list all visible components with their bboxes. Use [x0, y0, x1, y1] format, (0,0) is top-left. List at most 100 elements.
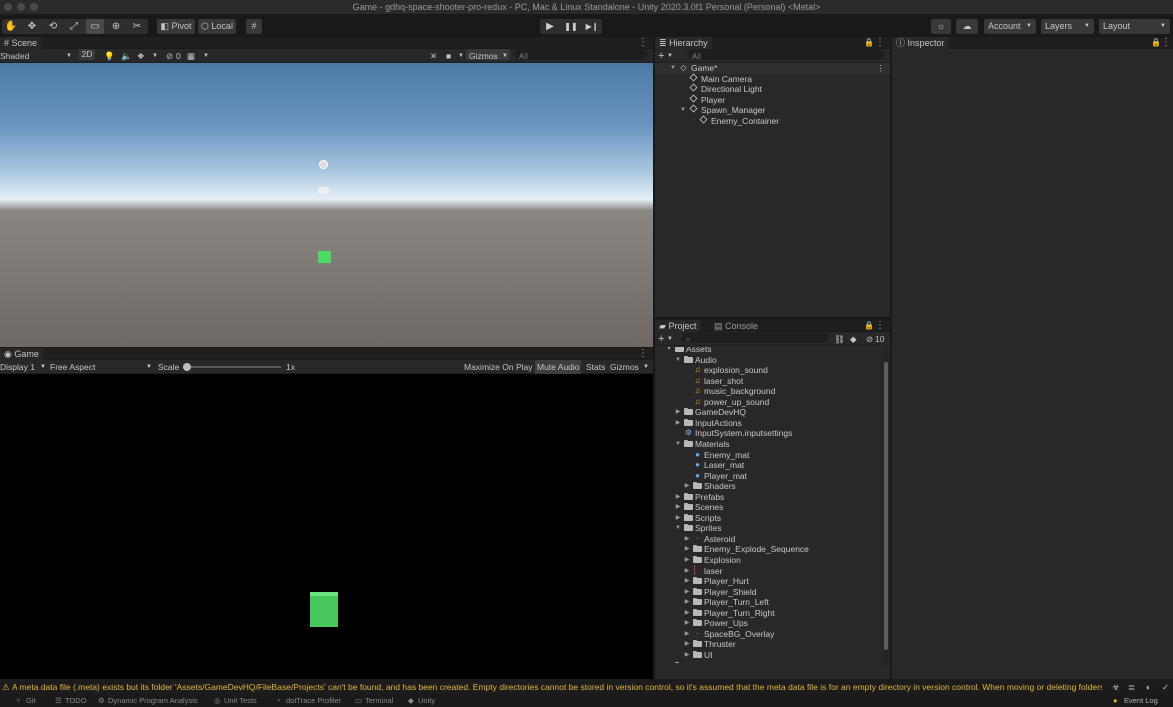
collapse-arrow-icon[interactable]: ▶ — [683, 597, 691, 608]
rect-tool-icon[interactable]: ▭ — [86, 19, 104, 34]
pause-button[interactable]: ❚❚ — [562, 19, 580, 34]
collapse-arrow-icon[interactable]: ▶ — [683, 650, 691, 661]
project-item[interactable]: ▶ · SpaceBG_Overlay — [655, 629, 890, 640]
search-by-label-icon[interactable]: ◆ — [850, 332, 857, 346]
collapse-arrow-icon[interactable]: ▶ — [665, 661, 673, 664]
game-gizmos-dropdown[interactable]: Gizmos — [610, 360, 639, 374]
bottom-tab[interactable]: dotTrace Profiler — [286, 694, 341, 707]
transform-tool-icon[interactable]: ⊕ — [107, 19, 125, 34]
expand-arrow-icon[interactable]: ▼ — [674, 523, 682, 534]
project-item[interactable]: ▶ Player_Turn_Right — [655, 608, 890, 619]
project-search-input[interactable]: ⌕ — [681, 332, 829, 344]
project-item[interactable]: ▶ Packages — [655, 661, 890, 664]
add-icon[interactable]: + — [658, 332, 664, 346]
collapse-arrow-icon[interactable]: ▶ — [674, 502, 682, 513]
project-scrollbar[interactable] — [883, 350, 889, 665]
bottom-tab[interactable]: Dynamic Program Analysis — [108, 694, 198, 707]
grid-snap-button[interactable]: # — [246, 19, 262, 34]
stats-toggle[interactable]: Stats — [586, 360, 605, 374]
kebab-menu-icon[interactable]: ⋮ — [877, 63, 886, 74]
collapse-arrow-icon[interactable]: ▶ — [674, 418, 682, 429]
project-item[interactable]: ● Laser_mat — [655, 460, 890, 471]
maximize-on-play-toggle[interactable]: Maximize On Play — [464, 360, 533, 374]
project-item[interactable]: ▶ UI — [655, 650, 890, 661]
kebab-menu-icon[interactable]: ⋮ — [638, 37, 648, 49]
kebab-menu-icon[interactable]: ⋮ — [1161, 37, 1171, 49]
collapse-arrow-icon[interactable]: ▶ — [683, 587, 691, 598]
tab-project[interactable]: ▰ Project — [655, 320, 701, 332]
scale-tool-icon[interactable]: ⤢ — [65, 19, 83, 34]
2d-toggle[interactable]: 2D — [79, 49, 95, 60]
custom-tool-icon[interactable]: ✂ — [128, 19, 146, 34]
project-item[interactable]: ▶ Scenes — [655, 502, 890, 513]
camera-gizmo-icon[interactable] — [318, 187, 329, 194]
tab-game[interactable]: ◉ Game — [0, 348, 43, 360]
expand-arrow-icon[interactable]: ▼ — [665, 347, 673, 355]
mute-audio-toggle[interactable]: Mute Audio — [537, 360, 580, 374]
project-item[interactable]: ▼ Audio — [655, 355, 890, 366]
progress-icon[interactable]: ◐ — [1146, 680, 1151, 694]
expand-arrow-icon[interactable]: ▼ — [674, 355, 682, 366]
collapse-arrow-icon[interactable]: ▶ — [674, 513, 682, 524]
project-item[interactable]: ▶ Explosion — [655, 555, 890, 566]
tab-console[interactable]: ▤ Console — [710, 320, 763, 332]
project-item[interactable]: ▶ Player_Turn_Left — [655, 597, 890, 608]
collapse-arrow-icon[interactable]: ▶ — [683, 639, 691, 650]
minimize-window-button[interactable] — [17, 3, 25, 11]
camera-icon[interactable]: ■ — [446, 49, 451, 63]
local-toggle[interactable]: ⬡ Local — [198, 19, 236, 34]
hierarchy-item[interactable]: Directional Light — [655, 83, 890, 95]
hand-tool-icon[interactable]: ✋ — [2, 19, 20, 34]
account-dropdown[interactable]: Account ▼ — [984, 19, 1036, 34]
project-item[interactable]: ▼ Sprites — [655, 523, 890, 534]
cloud-button[interactable]: ☁ — [956, 19, 978, 34]
hierarchy-item[interactable]: Enemy_Container — [655, 115, 890, 127]
project-item[interactable]: ▶ Thruster — [655, 639, 890, 650]
audio-toggle-icon[interactable]: 🔈 — [121, 49, 132, 63]
hierarchy-item[interactable]: Player — [655, 94, 890, 106]
hierarchy-item[interactable]: ▼ ◇ Game* ⋮ — [655, 63, 890, 74]
project-item[interactable]: ▼ Materials — [655, 439, 890, 450]
scale-slider-thumb[interactable] — [183, 363, 191, 371]
pivot-toggle[interactable]: ◧ Pivot — [157, 19, 195, 34]
project-item[interactable]: ♫ music_background — [655, 386, 890, 397]
project-item[interactable]: ▶ · Asteroid — [655, 534, 890, 545]
project-item[interactable]: ♫ power_up_sound — [655, 397, 890, 408]
tab-scene[interactable]: # Scene — [0, 37, 42, 49]
project-item[interactable]: ⚙ InputSystem.inputsettings — [655, 428, 890, 439]
lock-icon[interactable]: 🔒 — [864, 320, 874, 332]
collapse-arrow-icon[interactable]: ▶ — [683, 534, 691, 545]
project-item[interactable]: ● Player_mat — [655, 471, 890, 482]
check-icon[interactable]: ✓ — [1162, 680, 1169, 694]
move-tool-icon[interactable]: ✥ — [23, 19, 41, 34]
project-item[interactable]: ▶ Power_Ups — [655, 618, 890, 629]
collapse-arrow-icon[interactable]: ▶ — [683, 618, 691, 629]
aspect-dropdown[interactable]: Free Aspect — [50, 360, 95, 374]
lighting-toggle-icon[interactable]: 💡 — [104, 49, 115, 63]
bottom-tab[interactable]: Unit Tests — [224, 694, 257, 707]
expand-arrow-icon[interactable]: ▼ — [674, 439, 682, 450]
project-item[interactable]: ▶ InputActions — [655, 418, 890, 429]
layout-dropdown[interactable]: Layout ▼ — [1099, 19, 1170, 34]
collapse-arrow-icon[interactable]: ▶ — [674, 492, 682, 503]
project-item[interactable]: ▶ ▏ laser — [655, 566, 890, 577]
lock-icon[interactable]: 🔒 — [1151, 37, 1161, 49]
project-item[interactable]: ▶ Enemy_Explode_Sequence — [655, 544, 890, 555]
bottom-tab[interactable]: TODO — [65, 694, 87, 707]
expand-arrow-icon[interactable]: ▼ — [669, 63, 677, 74]
collapse-arrow-icon[interactable]: ▶ — [683, 629, 691, 640]
layers-status-icon[interactable]: ≣ — [1128, 680, 1135, 694]
tools-icon[interactable]: ✕ — [430, 49, 437, 63]
bug-icon[interactable]: ☣ — [1112, 680, 1120, 694]
zoom-window-button[interactable] — [30, 3, 38, 11]
bottom-tab[interactable]: Terminal — [365, 694, 393, 707]
project-item[interactable]: ▶ Scripts — [655, 513, 890, 524]
collapse-arrow-icon[interactable]: ▶ — [683, 566, 691, 577]
kebab-menu-icon[interactable]: ⋮ — [875, 320, 885, 332]
project-item[interactable]: ▶ Player_Shield — [655, 587, 890, 598]
project-item[interactable]: ♫ laser_shot — [655, 376, 890, 387]
expand-arrow-icon[interactable]: ▼ — [679, 105, 687, 116]
scene-viewport[interactable] — [0, 63, 653, 347]
collapse-arrow-icon[interactable]: ▶ — [683, 555, 691, 566]
collapse-arrow-icon[interactable]: ▶ — [683, 544, 691, 555]
